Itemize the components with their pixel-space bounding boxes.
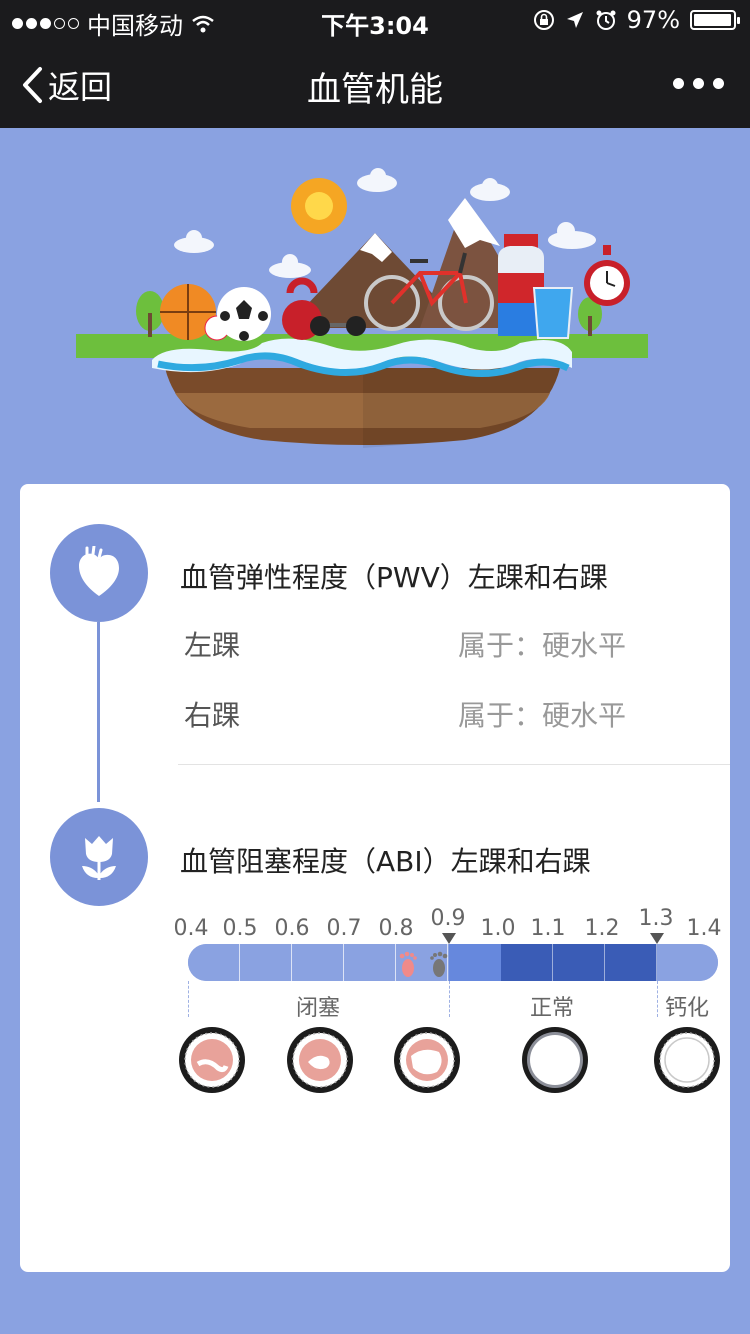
pwv-left-label: 左踝 <box>184 629 241 662</box>
more-dot-icon <box>693 78 704 89</box>
abi-title: 血管阻塞程度（ABI）左踝和右踝 <box>180 845 591 878</box>
more-dot-icon <box>673 78 684 89</box>
abi-tick: 1.3 <box>638 906 674 931</box>
right-foot-icon <box>430 951 448 977</box>
flower-icon <box>82 836 116 880</box>
abi-tick: 0.8 <box>378 916 414 941</box>
alarm-icon <box>596 10 616 30</box>
zone-divider <box>657 981 658 1017</box>
status-bar: 中国移动 下午3:04 97% <box>0 0 750 40</box>
abi-zone-normal-light <box>449 944 501 981</box>
sun-icon <box>291 178 347 234</box>
vessel-moderate-occlusion-icon <box>287 1027 353 1093</box>
abi-marker-1-3 <box>650 933 664 944</box>
zone-divider <box>449 981 450 1017</box>
heart-icon <box>79 546 119 596</box>
status-right: 97% <box>533 6 740 34</box>
timeline-connector <box>97 622 100 802</box>
abi-tick: 0.6 <box>274 916 310 941</box>
pwv-right-label: 右踝 <box>184 699 241 732</box>
zone-label-normal: 正常 <box>530 996 575 1021</box>
abi-zone-normal-dark <box>501 944 657 981</box>
location-icon <box>566 12 583 28</box>
battery-percent: 97% <box>626 6 680 34</box>
report-card: 血管弹性程度（PWV）左踝和右踝 左踝 属于：硬水平 右踝 属于：硬水平 血管阻… <box>20 484 730 1272</box>
pwv-right-value: 属于：硬水平 <box>458 699 627 732</box>
abi-range-bar <box>188 944 718 981</box>
battery-icon <box>690 10 740 30</box>
vessel-normal-icon <box>522 1027 588 1093</box>
abi-tick: 1.4 <box>686 916 722 941</box>
zone-divider <box>188 981 189 1017</box>
abi-tick: 1.2 <box>584 916 620 941</box>
vessel-mild-occlusion-icon <box>394 1027 460 1093</box>
abi-zone-calcification <box>657 944 718 981</box>
hero-illustration <box>76 168 648 448</box>
battery-fill <box>694 14 731 26</box>
section-divider <box>178 764 730 765</box>
page-title: 血管机能 <box>307 70 443 110</box>
pwv-left-value: 属于：硬水平 <box>458 629 627 662</box>
abi-tick: 1.1 <box>530 916 566 941</box>
vessel-calcification-icon <box>654 1027 720 1093</box>
more-dot-icon <box>713 78 724 89</box>
abi-tick: 0.4 <box>173 916 209 941</box>
abi-tick: 0.5 <box>222 916 258 941</box>
zone-label-calcification: 钙化 <box>665 996 710 1021</box>
navigation-bar: 返回 血管机能 <box>0 40 750 128</box>
water-glass-icon <box>532 287 574 339</box>
abi-marker-0-9 <box>442 933 456 944</box>
flower-icon-badge <box>50 808 148 906</box>
vessel-severe-occlusion-icon <box>179 1027 245 1093</box>
left-foot-icon <box>399 951 417 977</box>
abi-tick: 0.9 <box>430 906 466 931</box>
heart-icon-badge <box>50 524 148 622</box>
rotation-lock-icon <box>533 10 554 30</box>
abi-tick: 1.0 <box>480 916 516 941</box>
more-menu-button[interactable] <box>673 64 724 89</box>
soccer-ball-icon <box>217 287 271 341</box>
abi-tick: 0.7 <box>326 916 362 941</box>
pwv-title: 血管弹性程度（PWV）左踝和右踝 <box>180 561 608 594</box>
stopwatch-icon <box>584 245 630 306</box>
zone-label-occlusion: 闭塞 <box>296 996 341 1021</box>
